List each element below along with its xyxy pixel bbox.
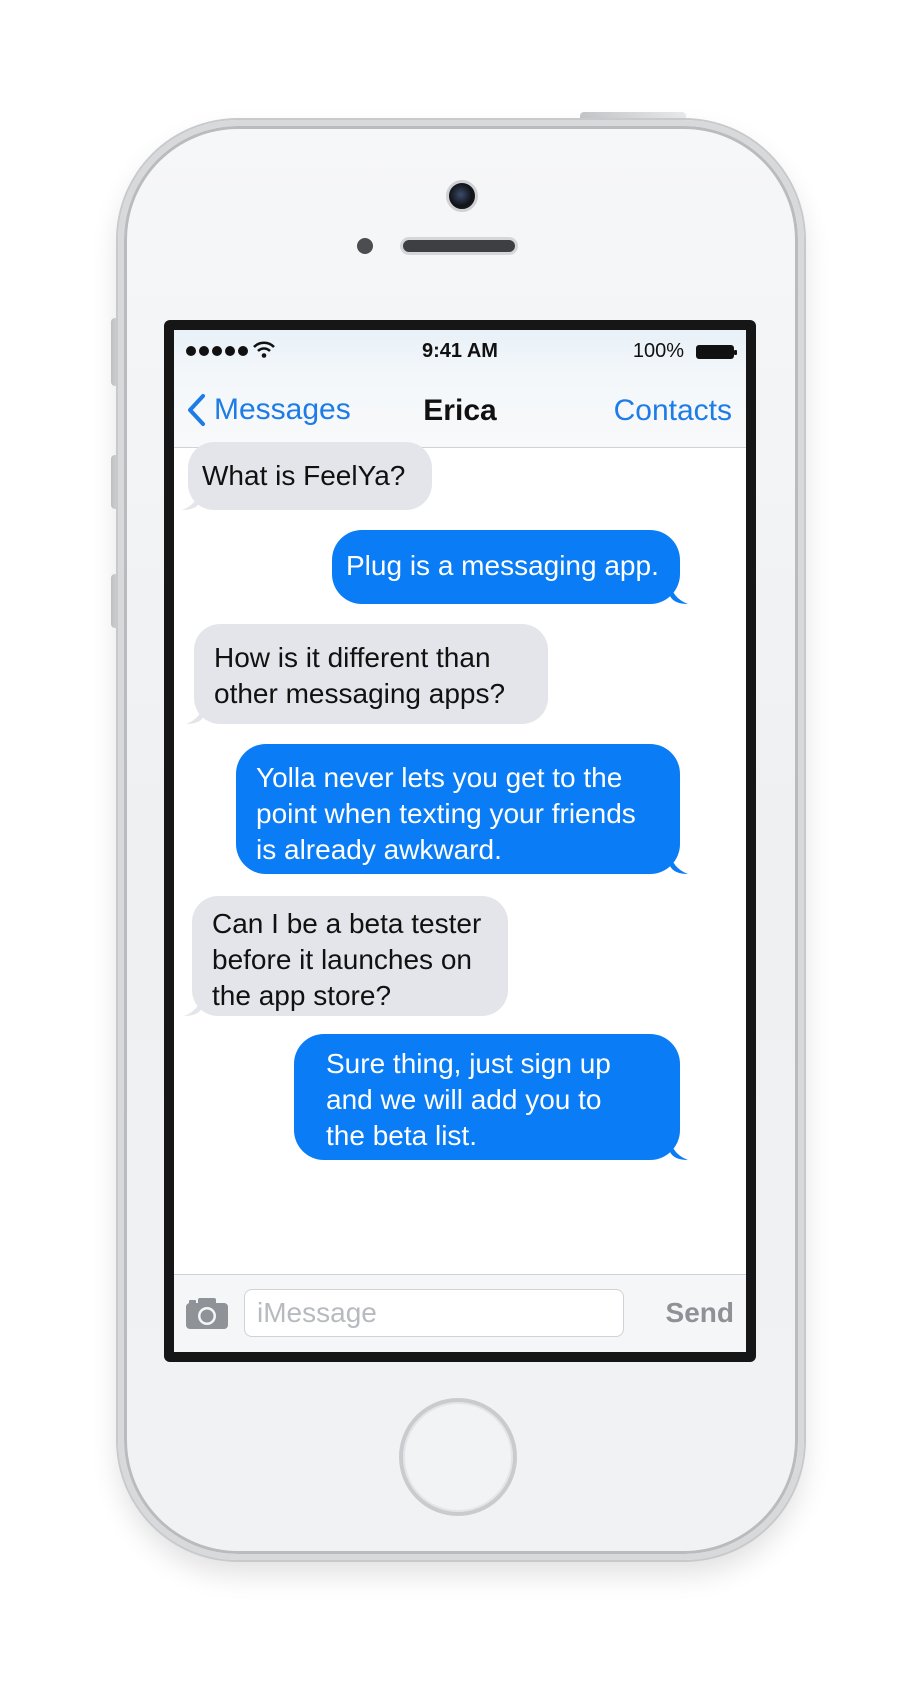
message-text: What is FeelYa?: [202, 460, 406, 491]
bubble-tail: [186, 702, 204, 724]
bubble-tail: [670, 582, 688, 604]
bubble-tail: [670, 852, 688, 874]
message-bubble-outgoing[interactable]: Yolla never lets you get to the point wh…: [236, 744, 688, 874]
message-bubble-outgoing[interactable]: Sure thing, just sign up and we will add…: [294, 1034, 688, 1160]
message-text: Yolla never lets you get to the point wh…: [256, 762, 636, 865]
earpiece-speaker: [400, 237, 518, 255]
message-text: Plug is a messaging app.: [346, 550, 659, 581]
bubble-tail: [182, 488, 200, 510]
status-bar: 9:41 AM 100%: [174, 330, 746, 374]
message-text: Can I be a beta tester before it launche…: [212, 908, 482, 1011]
message-bubble-incoming[interactable]: What is FeelYa?: [182, 442, 432, 510]
battery-percent: 100%: [632, 340, 684, 362]
front-camera: [446, 180, 478, 212]
bubble-tail: [184, 994, 202, 1016]
imessage-input[interactable]: [244, 1289, 624, 1337]
bubble-tail: [670, 1138, 688, 1160]
send-button[interactable]: Send: [666, 1297, 734, 1329]
message-bubble-incoming[interactable]: How is it different than other messaging…: [186, 624, 548, 724]
messages-screen: 9:41 AM 100% Messages Erica Contacts Wha…: [174, 330, 746, 1352]
proximity-sensor: [357, 238, 373, 254]
message-bubble-outgoing[interactable]: Plug is a messaging app.: [332, 530, 688, 604]
home-button[interactable]: [399, 1398, 517, 1516]
navigation-bar: Messages Erica Contacts: [174, 374, 746, 448]
message-text: Sure thing, just sign up and we will add…: [326, 1048, 611, 1151]
battery-full-icon: [696, 345, 737, 359]
contacts-button[interactable]: Contacts: [614, 394, 732, 428]
camera-icon[interactable]: [184, 1295, 230, 1331]
compose-bar: Send: [174, 1274, 746, 1352]
message-text: How is it different than other messaging…: [214, 642, 506, 709]
message-bubble-incoming[interactable]: Can I be a beta tester before it launche…: [184, 896, 508, 1016]
